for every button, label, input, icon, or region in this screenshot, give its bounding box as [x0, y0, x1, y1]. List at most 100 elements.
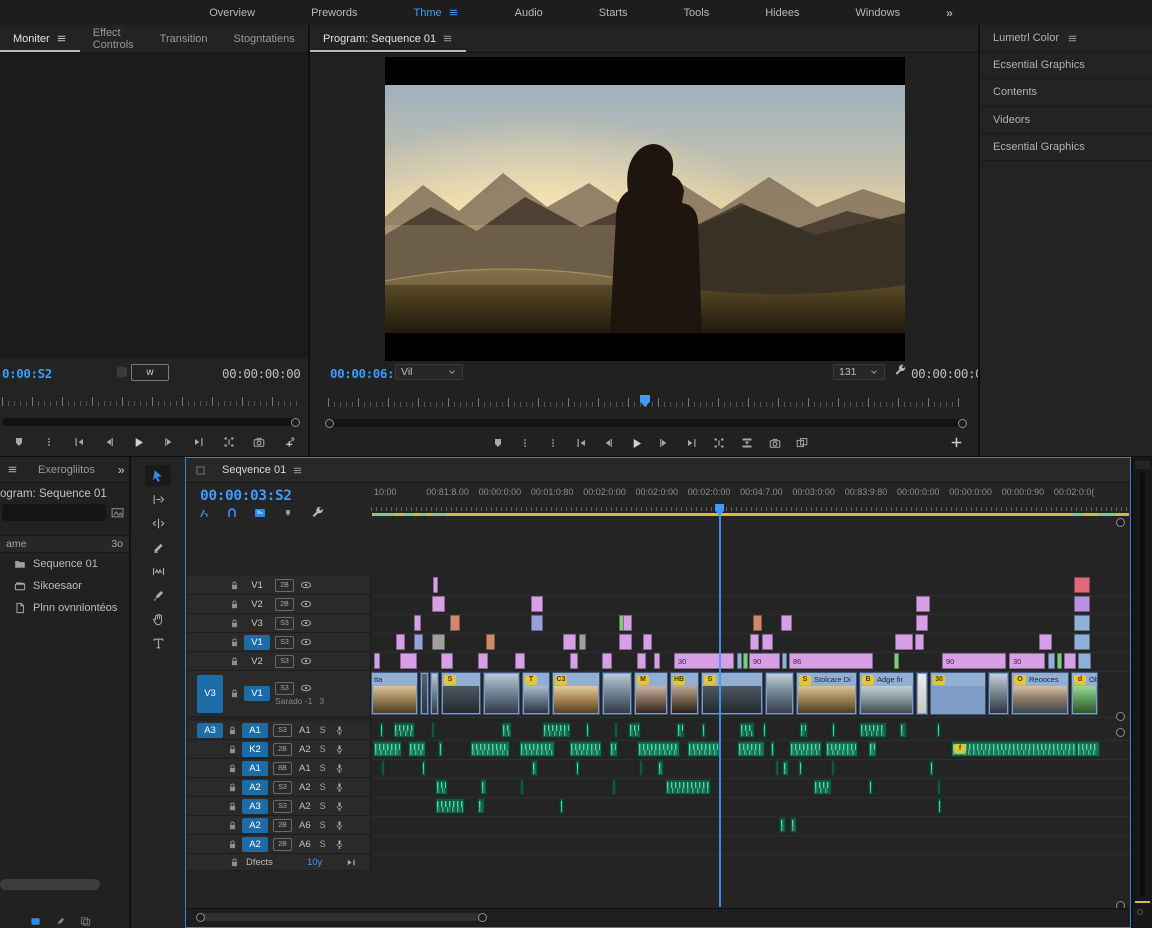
resolution-select[interactable]: 131: [833, 364, 885, 380]
video-clip[interactable]: [450, 615, 460, 631]
divider[interactable]: [978, 25, 980, 456]
video-clip[interactable]: [414, 634, 423, 650]
audio-clip[interactable]: [798, 760, 803, 776]
audio-source-patch[interactable]: A2: [242, 780, 268, 795]
video-clip[interactable]: [441, 653, 453, 669]
video-clip[interactable]: [414, 615, 421, 631]
track-badge[interactable]: 8B: [273, 762, 292, 775]
audio-clip[interactable]: [789, 741, 822, 757]
solo-button[interactable]: S: [320, 801, 326, 811]
audio-clip[interactable]: [676, 722, 685, 738]
track-badge[interactable]: S3: [275, 617, 294, 630]
audio-clip[interactable]: [637, 741, 680, 757]
solo-button[interactable]: S: [320, 744, 326, 754]
audio-clip[interactable]: [379, 722, 384, 738]
audio-clip[interactable]: [477, 798, 485, 814]
audio-clip[interactable]: [542, 722, 571, 738]
video-clip[interactable]: 30: [674, 653, 734, 669]
audio-clip[interactable]: [868, 741, 877, 757]
video-clip[interactable]: [602, 653, 612, 669]
audio-clip[interactable]: [737, 741, 765, 757]
audio-clip[interactable]: [438, 741, 443, 757]
video-clip[interactable]: [915, 634, 924, 650]
video-clip[interactable]: [515, 653, 525, 669]
lift-icon[interactable]: [707, 432, 732, 454]
audio-clip[interactable]: [831, 760, 835, 776]
timeline-hscroll-knob-right[interactable]: [478, 913, 487, 922]
meter-knob[interactable]: [1137, 909, 1143, 915]
panel-row-ecsential-graphics[interactable]: Ecsential Graphics: [980, 52, 1152, 79]
eye-icon[interactable]: [300, 617, 312, 629]
zoom-level-select[interactable]: Vil: [395, 364, 463, 380]
lock-icon[interactable]: [227, 782, 238, 793]
lock-icon[interactable]: [227, 763, 238, 774]
mic-icon[interactable]: [334, 801, 345, 812]
track-badge[interactable]: S3: [275, 682, 294, 695]
eye-icon[interactable]: [300, 682, 312, 694]
solo-button[interactable]: S: [320, 839, 326, 849]
video-clip[interactable]: [916, 596, 930, 612]
menu-item-starts[interactable]: Starts: [571, 0, 656, 25]
track-badge[interactable]: S3: [275, 636, 294, 649]
video-clip-main[interactable]: M: [634, 672, 668, 715]
menu-item-thme[interactable]: Thme: [386, 0, 487, 25]
audio-source-patch[interactable]: A1: [242, 723, 268, 738]
video-clip[interactable]: [579, 634, 586, 650]
menu-item-overview[interactable]: Overview: [181, 0, 283, 25]
video-clip[interactable]: [1064, 653, 1076, 669]
audio-clip[interactable]: [936, 722, 941, 738]
video-clip[interactable]: [916, 615, 928, 631]
program-scroll-knob-right[interactable]: [958, 419, 967, 428]
lock-icon[interactable]: [227, 725, 238, 736]
export-frame-icon[interactable]: [762, 432, 787, 454]
audio-clip[interactable]: [657, 760, 664, 776]
project-list-header[interactable]: ame 3o: [0, 535, 129, 553]
video-clip[interactable]: [781, 615, 792, 631]
video-clip-main[interactable]: S: [441, 672, 481, 715]
project-item[interactable]: Sikoesaor: [0, 575, 129, 597]
audio-clip[interactable]: [381, 760, 385, 776]
project-item[interactable]: Plnn ovnnlontéos: [0, 597, 129, 619]
fit-icon[interactable]: [117, 367, 127, 377]
audio-clip[interactable]: [831, 722, 836, 738]
video-clip[interactable]: [432, 634, 445, 650]
video-clip[interactable]: [374, 653, 380, 669]
audio-source-patch[interactable]: A2: [242, 818, 268, 833]
video-clip[interactable]: [619, 634, 632, 650]
video-clip[interactable]: [753, 615, 762, 631]
video-clip-main[interactable]: OReooces: [1011, 672, 1069, 715]
lock-icon[interactable]: [229, 618, 240, 629]
audio-clip[interactable]: [1076, 741, 1100, 757]
timeline-vscroll-knob[interactable]: [1116, 712, 1125, 721]
audio-clip[interactable]: [614, 722, 618, 738]
mic-icon[interactable]: [334, 744, 345, 755]
video-clip-main[interactable]: [916, 672, 928, 715]
step-forward-icon[interactable]: [651, 432, 676, 454]
audio-clip[interactable]: [929, 760, 934, 776]
pen-small-icon[interactable]: [55, 916, 66, 927]
audio-clip[interactable]: [531, 760, 538, 776]
video-clip[interactable]: [654, 653, 660, 669]
tool-type[interactable]: [145, 633, 171, 654]
video-clip[interactable]: [894, 653, 899, 669]
track-badge[interactable]: 2B: [273, 743, 292, 756]
tab-transition[interactable]: Transition: [147, 25, 221, 52]
video-clip[interactable]: [1057, 653, 1062, 669]
audio-clip[interactable]: [612, 779, 616, 795]
step-forward-icon[interactable]: [157, 431, 182, 453]
track-name-v2[interactable]: V2: [244, 654, 270, 669]
video-clip[interactable]: [1078, 653, 1091, 669]
lock-icon[interactable]: [229, 688, 240, 699]
video-clip[interactable]: [1074, 634, 1090, 650]
mic-icon[interactable]: [334, 725, 345, 736]
video-clip[interactable]: [895, 634, 913, 650]
audio-clip[interactable]: [585, 722, 590, 738]
marker-icon[interactable]: [485, 432, 510, 454]
solo-button[interactable]: S: [320, 763, 326, 773]
audio-clip[interactable]: [480, 779, 487, 795]
video-clip-main[interactable]: HB: [670, 672, 699, 715]
eye-icon[interactable]: [300, 579, 312, 591]
audio-source-patch[interactable]: A3: [242, 799, 268, 814]
video-clip[interactable]: [531, 596, 543, 612]
audio-clip[interactable]: [859, 722, 887, 738]
